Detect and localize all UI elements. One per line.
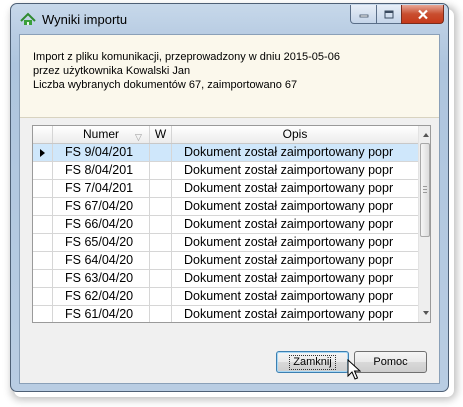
cell-numer: FS 7/04/201 [53, 180, 150, 197]
cell-opis: Dokument został zaimportowany popr [184, 271, 394, 285]
info-import-line: Import z pliku komunikacji, przeprowadzo… [33, 51, 340, 63]
header-indicator-cell [33, 126, 53, 143]
row-indicator-cell [33, 216, 53, 233]
vertical-scrollbar[interactable] [418, 126, 430, 322]
scroll-down-button[interactable] [420, 306, 430, 320]
cell-numer: FS 63/04/20 [53, 270, 150, 287]
dialog-window: Wyniki importu Import z pliku komunikacj… [10, 3, 449, 392]
scroll-down-icon [422, 311, 429, 315]
scroll-up-button[interactable] [420, 128, 430, 142]
cell-numer: FS 67/04/20 [53, 198, 150, 215]
green-app-icon [20, 12, 36, 25]
grid-header: Numer ▽ W Opis [33, 126, 418, 144]
cell-numer: FS 9/04/201 [53, 144, 150, 161]
close-button[interactable] [401, 5, 444, 24]
cell-numer: FS 62/04/20 [53, 288, 150, 305]
column-header-numer-label: Numer [82, 127, 119, 141]
cell-opis: Dokument został zaimportowany popr [184, 163, 394, 177]
row-indicator-cell [33, 162, 53, 179]
table-row[interactable]: FS 61/04/20 Dokument został zaimportowany… [33, 306, 418, 322]
cell-w [150, 162, 172, 179]
close-icon [417, 9, 428, 19]
table-row[interactable]: FS 64/04/20 Dokument został zaimportowany… [33, 252, 418, 270]
minimize-button[interactable] [350, 5, 377, 24]
cell-w [150, 198, 172, 215]
scroll-up-icon [422, 133, 429, 137]
cell-w [150, 306, 172, 322]
table-row[interactable]: FS 9/04/201 Dokument został zaimportowany… [33, 144, 418, 162]
row-indicator-cell [33, 306, 53, 322]
minimize-icon [359, 14, 368, 18]
current-row-arrow-icon [40, 149, 45, 157]
cell-w [150, 144, 172, 161]
cell-w [150, 288, 172, 305]
pomoc-button[interactable]: Pomoc [354, 351, 427, 373]
cell-opis: Dokument został zaimportowany popr [184, 199, 394, 213]
cell-numer: FS 66/04/20 [53, 216, 150, 233]
results-grid[interactable]: Numer ▽ W Opis FS 9/04/201 Dokument zosta… [32, 125, 431, 323]
table-row[interactable]: FS 7/04/201 Dokument został zaimportowany… [33, 180, 418, 198]
cell-w [150, 234, 172, 251]
table-row[interactable]: FS 63/04/20 Dokument został zaimportowany… [33, 270, 418, 288]
cell-numer: FS 61/04/20 [53, 306, 150, 322]
column-header-numer[interactable]: Numer ▽ [53, 126, 150, 143]
info-user-line: przez użytkownika Kowalski Jan [33, 65, 191, 77]
dialog-content: Import z pliku komunikacji, przeprowadzo… [19, 34, 440, 384]
column-header-w[interactable]: W [150, 126, 172, 143]
cell-opis: Dokument został zaimportowany popr [184, 217, 394, 231]
maximize-icon [384, 10, 394, 18]
cell-opis: Dokument został zaimportowany popr [184, 307, 394, 321]
cell-numer: FS 8/04/201 [53, 162, 150, 179]
row-indicator-cell [33, 180, 53, 197]
row-indicator-cell [33, 288, 53, 305]
column-header-opis[interactable]: Opis [172, 126, 418, 143]
cell-opis: Dokument został zaimportowany popr [184, 253, 394, 267]
cell-w [150, 216, 172, 233]
row-indicator-cell [33, 270, 53, 287]
import-info-panel: Import z pliku komunikacji, przeprowadzo… [20, 35, 439, 118]
zamknij-button[interactable]: Zamknij [276, 351, 349, 373]
row-indicator-cell [33, 252, 53, 269]
mouse-pointer-icon [347, 359, 361, 380]
table-row[interactable]: FS 66/04/20 Dokument został zaimportowany… [33, 216, 418, 234]
table-row[interactable]: FS 8/04/201 Dokument został zaimportowany… [33, 162, 418, 180]
row-indicator-cell [33, 234, 53, 251]
cell-w [150, 252, 172, 269]
row-indicator-cell [33, 198, 53, 215]
table-row[interactable]: FS 67/04/20 Dokument został zaimportowany… [33, 198, 418, 216]
cell-opis: Dokument został zaimportowany popr [184, 181, 394, 195]
title-bar[interactable]: Wyniki importu [11, 4, 448, 34]
window-title: Wyniki importu [42, 12, 128, 27]
cell-numer: FS 64/04/20 [53, 252, 150, 269]
cell-opis: Dokument został zaimportowany popr [184, 289, 394, 303]
maximize-button[interactable] [376, 5, 402, 24]
cell-opis: Dokument został zaimportowany popr [184, 235, 394, 249]
zamknij-button-label: Zamknij [289, 354, 336, 370]
table-row[interactable]: FS 62/04/20 Dokument został zaimportowany… [33, 288, 418, 306]
scrollbar-thumb[interactable] [420, 143, 430, 237]
cell-numer: FS 65/04/20 [53, 234, 150, 251]
cell-w [150, 270, 172, 287]
info-count-line: Liczba wybranych dokumentów 67, zaimport… [33, 79, 298, 91]
cell-w [150, 180, 172, 197]
cell-opis: Dokument został zaimportowany popr [184, 145, 394, 159]
table-row[interactable]: FS 65/04/20 Dokument został zaimportowany… [33, 234, 418, 252]
row-indicator-cell [33, 144, 53, 161]
